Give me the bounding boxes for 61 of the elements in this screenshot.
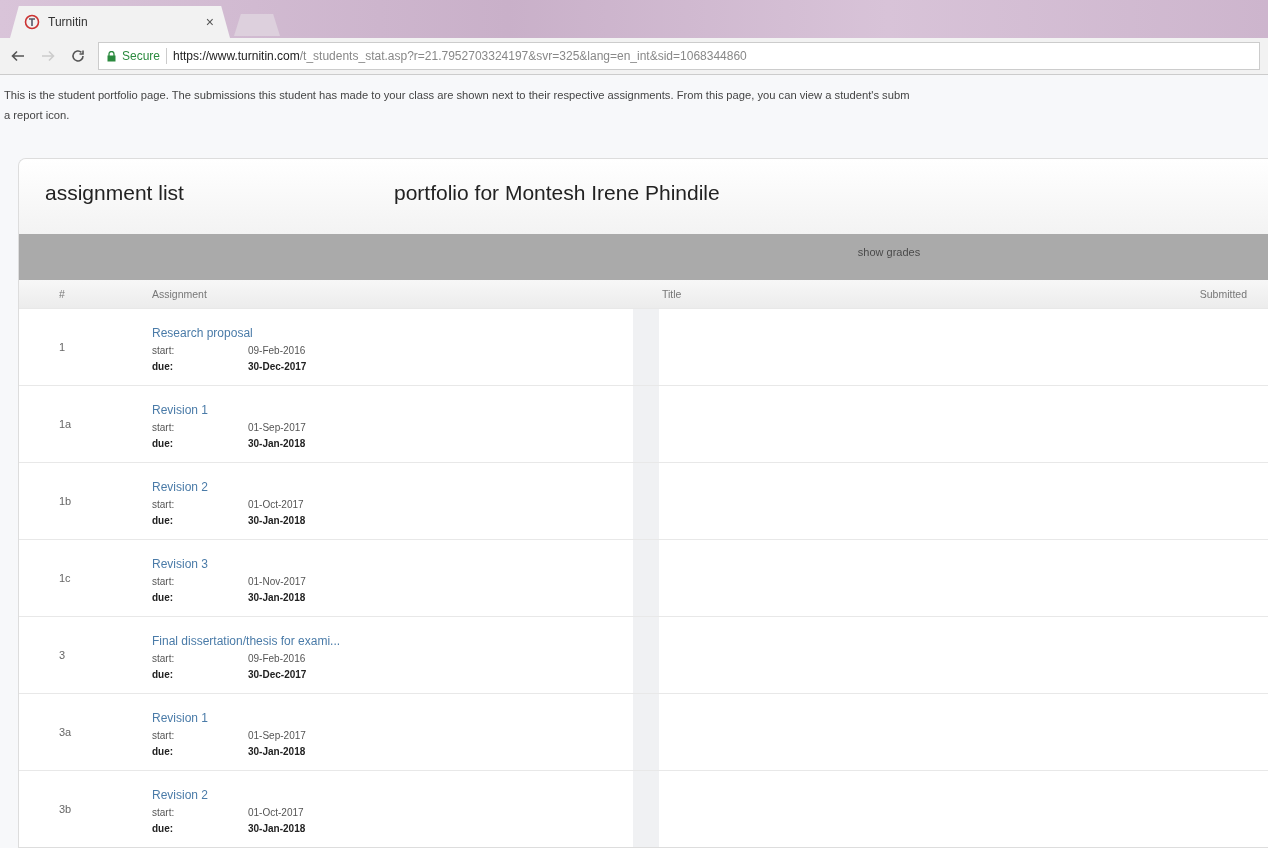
close-tab-button[interactable]: × <box>203 14 216 30</box>
start-label: start: <box>152 422 176 433</box>
due-label: due: <box>152 592 175 603</box>
start-date: 01-Sep-2017 <box>248 422 306 433</box>
assignment-link[interactable]: Revision 1 <box>152 711 209 725</box>
due-label: due: <box>152 361 175 372</box>
due-label: due: <box>152 438 175 449</box>
due-date: 30-Dec-2017 <box>248 361 307 372</box>
forward-arrow-icon <box>40 48 56 64</box>
secure-label: Secure <box>122 49 161 63</box>
row-number: 1a <box>59 418 72 430</box>
portfolio-heading: portfolio for Montesh Irene Phindile <box>394 180 720 205</box>
row-number: 3b <box>59 803 72 815</box>
reload-icon <box>70 48 86 64</box>
start-date: 09-Feb-2016 <box>248 345 306 356</box>
assignment-link[interactable]: Revision 2 <box>152 788 209 802</box>
due-date: 30-Jan-2018 <box>248 823 306 834</box>
assignment-link[interactable]: Revision 1 <box>152 403 209 417</box>
start-label: start: <box>152 807 176 818</box>
url-text: https://www.turnitin.com/t_students_stat.asp?r=21.7952703324197&svr=325&lang=en_int&sid=1068344860 <box>173 49 747 63</box>
start-label: start: <box>152 730 176 741</box>
due-date: 30-Dec-2017 <box>248 669 307 680</box>
address-bar[interactable]: Secure https://www.turnitin.com/t_students_stat.asp?r=21.7952703324197&svr=325&lang=en_int&sid=1068344860 <box>98 42 1260 70</box>
due-label: due: <box>152 823 175 834</box>
start-date: 01-Oct-2017 <box>248 807 304 818</box>
column-header: Title <box>662 288 683 300</box>
due-label: due: <box>152 669 175 680</box>
start-label: start: <box>152 576 176 587</box>
start-label: start: <box>152 499 176 510</box>
row-number: 1b <box>59 495 72 507</box>
back-arrow-icon <box>10 48 26 64</box>
row-number: 1c <box>59 572 71 584</box>
column-header: Assignment <box>152 288 208 300</box>
column-header: # <box>58 288 66 300</box>
due-label: due: <box>152 515 175 526</box>
row-number: 3 <box>59 649 66 661</box>
start-date: 01-Nov-2017 <box>248 576 306 587</box>
intro-line: a report icon. <box>4 109 70 121</box>
start-date: 01-Oct-2017 <box>248 499 304 510</box>
row-number: 1 <box>59 341 66 353</box>
due-date: 30-Jan-2018 <box>248 746 306 757</box>
due-label: due: <box>152 746 175 757</box>
due-date: 30-Jan-2018 <box>248 438 306 449</box>
lock-icon <box>107 50 116 62</box>
start-date: 01-Sep-2017 <box>248 730 306 741</box>
column-header: Submitted <box>1198 288 1248 300</box>
assignment-link[interactable]: Revision 2 <box>152 480 209 494</box>
assignment-link[interactable]: Revision 3 <box>152 557 209 571</box>
start-label: start: <box>152 653 176 664</box>
intro-line: This is the student portfolio page. The submissions this student has made to your class are shown next to their respective assignments. From this page, you can view a student's subm <box>4 89 910 101</box>
due-date: 30-Jan-2018 <box>248 592 306 603</box>
row-number: 3a <box>59 726 72 738</box>
start-label: start: <box>152 345 176 356</box>
assignment-list-heading: assignment list <box>45 180 185 205</box>
show-grades-link[interactable]: show grades <box>857 246 921 258</box>
tab-title: Turnitin <box>48 15 89 29</box>
assignment-link[interactable]: Final dissertation/thesis for exami... <box>152 634 341 648</box>
due-date: 30-Jan-2018 <box>248 515 306 526</box>
start-date: 09-Feb-2016 <box>248 653 306 664</box>
assignment-link[interactable]: Research proposal <box>152 326 253 340</box>
browser-tab[interactable]: Turnitin × <box>10 6 230 38</box>
